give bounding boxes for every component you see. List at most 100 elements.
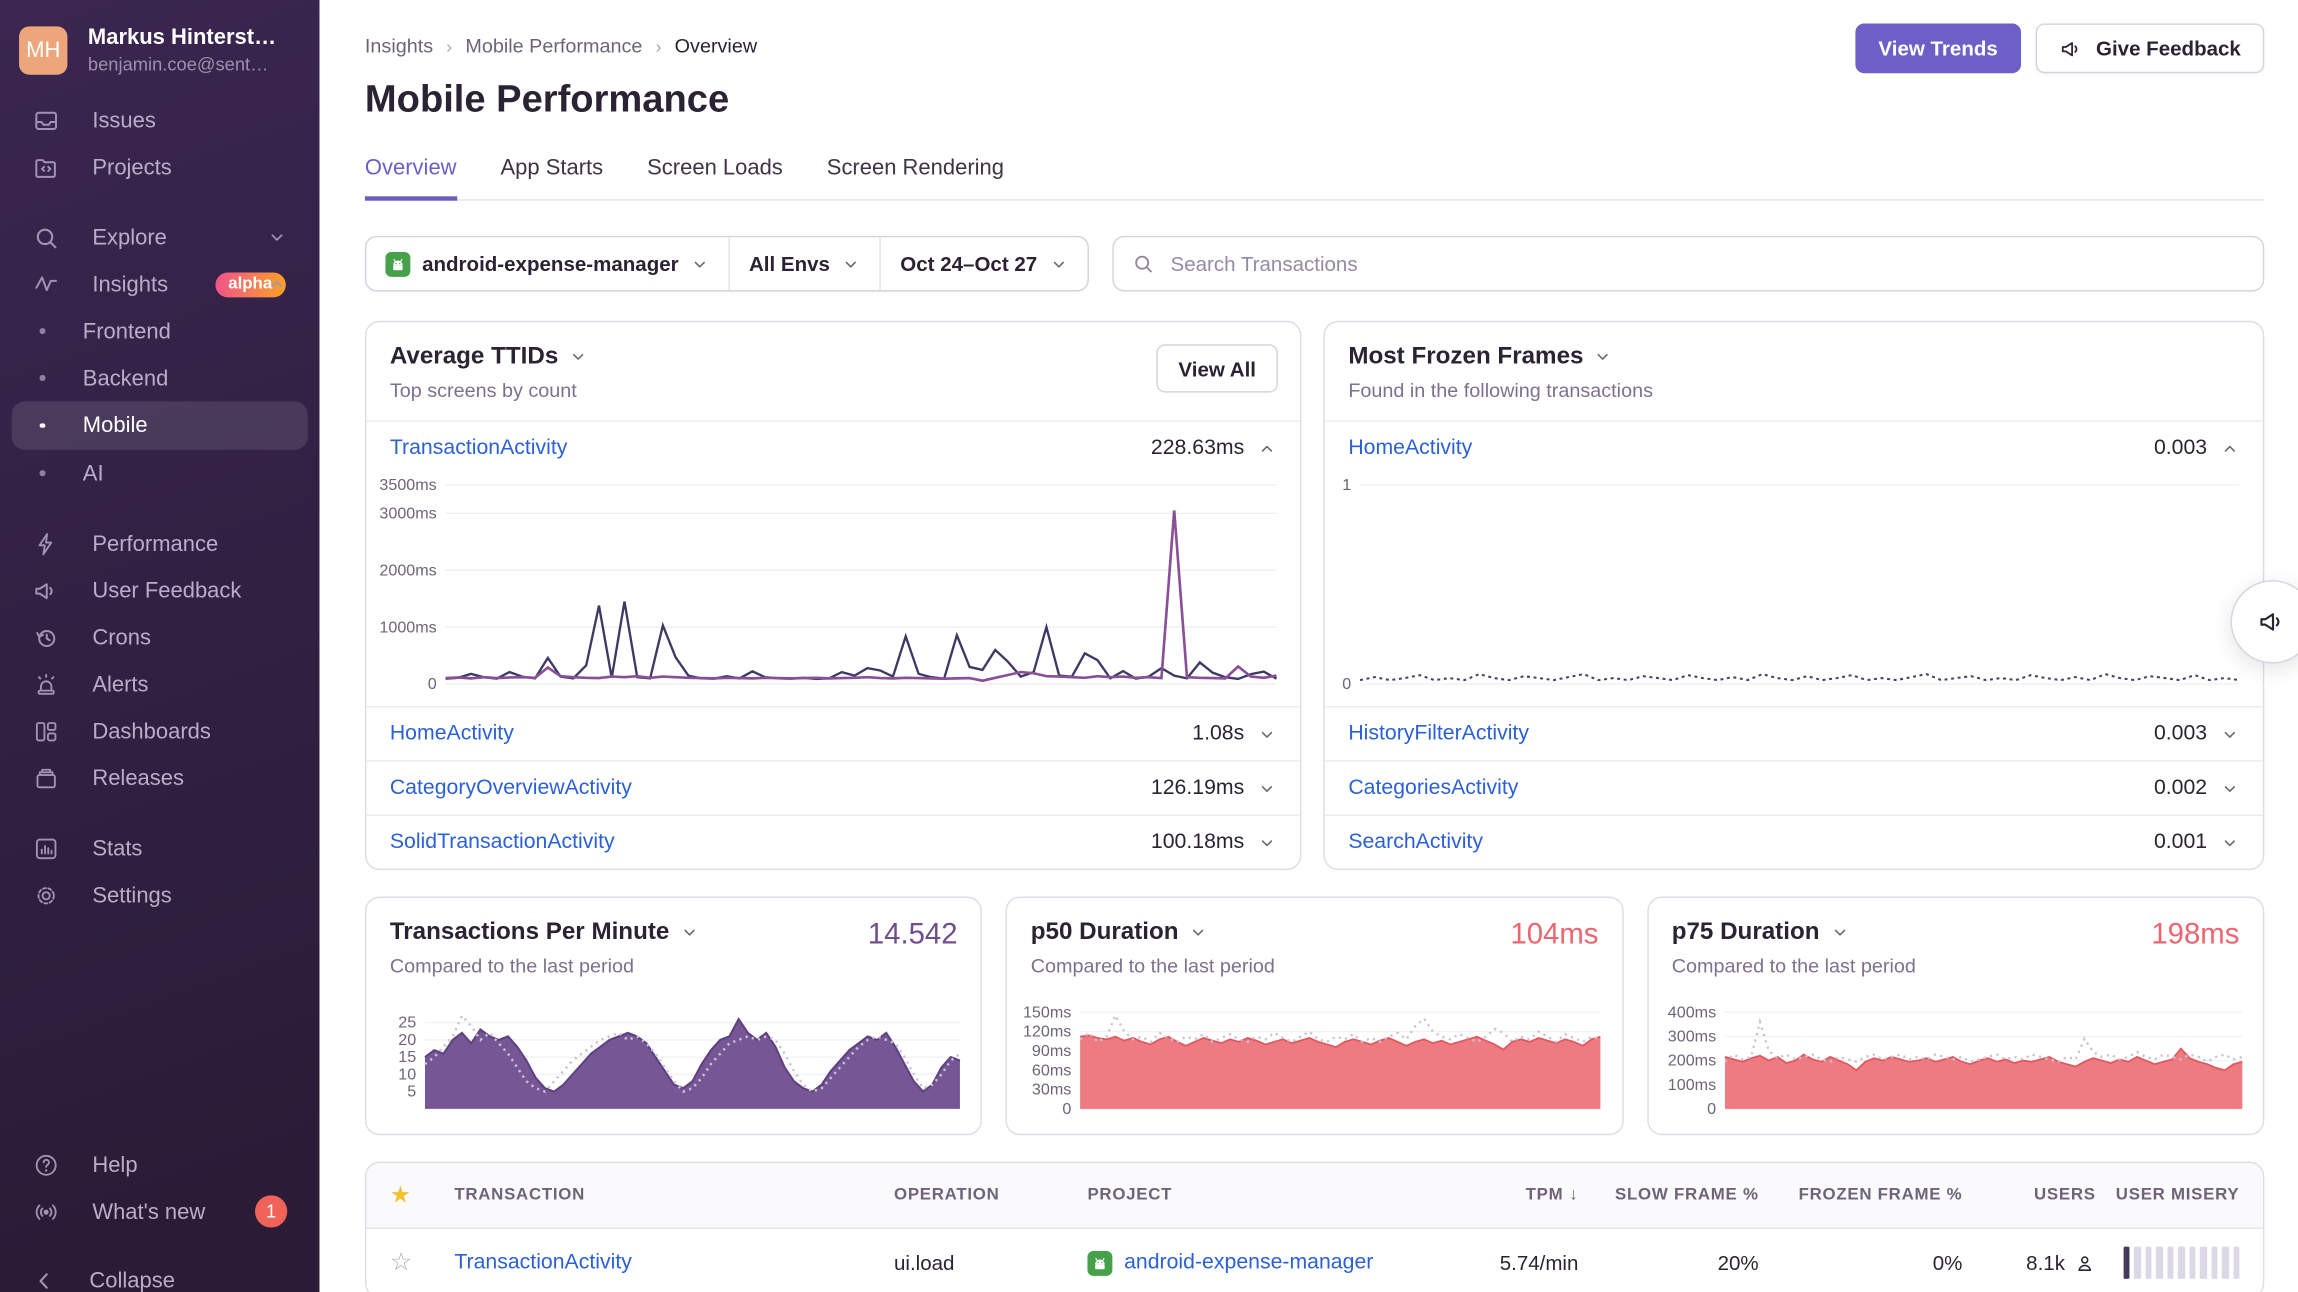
p75-dropdown[interactable]: p75 Duration <box>1672 918 1916 946</box>
search-transactions-box <box>1112 236 2264 292</box>
chevron-down-icon <box>1594 347 1613 366</box>
svg-text:3000ms: 3000ms <box>379 504 436 522</box>
chevron-down-icon <box>1049 254 1068 273</box>
sidebar-item-crons[interactable]: Crons <box>0 614 319 661</box>
sidebar-item-dashboards[interactable]: Dashboards <box>0 708 319 755</box>
ttid-row-solid-transaction-activity: SolidTransactionActivity 100.18ms <box>366 814 1300 868</box>
tab-overview[interactable]: Overview <box>365 155 457 200</box>
sidebar: MH Markus Hinterst… benjamin.coe@sent… I… <box>0 0 319 1292</box>
chevron-down-icon[interactable] <box>2220 779 2239 798</box>
chevron-down-icon <box>1189 923 1208 942</box>
search-transactions-input[interactable] <box>1168 250 2246 276</box>
frozen-row-history-filter-activity: HistoryFilterActivity 0.003 <box>1325 706 2263 760</box>
tpm-dropdown[interactable]: Transactions Per Minute <box>390 918 699 946</box>
star-toggle-icon[interactable]: ☆ <box>390 1248 454 1277</box>
sentry-app: MH Markus Hinterst… benjamin.coe@sent… I… <box>0 0 2298 1292</box>
p75-duration-card: p75 Duration Compared to the last period… <box>1647 896 2264 1135</box>
user-email: benjamin.coe@sent… <box>88 52 276 76</box>
svg-text:200ms: 200ms <box>1667 1052 1715 1070</box>
gear-icon <box>32 881 60 909</box>
tab-app-starts[interactable]: App Starts <box>501 155 604 199</box>
sidebar-item-stats[interactable]: Stats <box>0 825 319 872</box>
categories-activity-link[interactable]: CategoriesActivity <box>1348 776 1518 799</box>
p50-dropdown[interactable]: p50 Duration <box>1031 918 1275 946</box>
chevron-down-icon <box>267 227 288 248</box>
tab-screen-loads[interactable]: Screen Loads <box>647 155 783 199</box>
tpm-sort-header[interactable]: TPM↓ <box>1425 1187 1579 1205</box>
sidebar-collapse-button[interactable]: Collapse <box>0 1257 319 1292</box>
sidebar-item-explore[interactable]: Explore <box>0 214 319 261</box>
android-project-icon <box>1087 1250 1112 1275</box>
svg-text:0: 0 <box>428 675 437 693</box>
sidebar-item-help[interactable]: Help <box>0 1141 319 1188</box>
solid-transaction-activity-link[interactable]: SolidTransactionActivity <box>390 831 615 854</box>
chevron-down-icon <box>690 254 709 273</box>
ttid-row-category-overview-activity: CategoryOverviewActivity 126.19ms <box>366 760 1300 814</box>
sidebar-item-ai[interactable]: AI <box>0 450 319 497</box>
average-ttid-dropdown[interactable]: Average TTIDs <box>390 343 1277 371</box>
tab-screen-rendering[interactable]: Screen Rendering <box>827 155 1004 199</box>
star-icon[interactable]: ★ <box>390 1181 454 1210</box>
history-filter-activity-link[interactable]: HistoryFilterActivity <box>1348 722 1529 745</box>
breadcrumb-mobile-performance[interactable]: Mobile Performance <box>465 35 642 57</box>
sidebar-item-alerts[interactable]: Alerts <box>0 661 319 708</box>
chevron-up-icon[interactable] <box>2220 439 2239 458</box>
tpm-card: Transactions Per Minute Compared to the … <box>365 896 982 1135</box>
megaphone-icon <box>2059 36 2084 61</box>
home-activity-link[interactable]: HomeActivity <box>390 722 514 745</box>
most-frozen-frames-subtitle: Found in the following transactions <box>1348 379 2239 401</box>
average-ttid-subtitle: Top screens by count <box>390 379 1277 401</box>
project-filter[interactable]: android-expense-manager <box>366 237 728 290</box>
sidebar-item-projects[interactable]: Projects <box>0 144 319 191</box>
date-range-filter[interactable]: Oct 24–Oct 27 <box>880 237 1087 290</box>
home-activity-link[interactable]: HomeActivity <box>1348 437 1472 460</box>
most-frozen-frames-dropdown[interactable]: Most Frozen Frames <box>1348 343 2239 371</box>
transaction-activity-link[interactable]: TransactionActivity <box>454 1251 894 1274</box>
folder-icon <box>32 153 60 181</box>
p50-value: 104ms <box>1510 918 1598 950</box>
sidebar-item-frontend[interactable]: Frontend <box>0 308 319 355</box>
sidebar-item-settings[interactable]: Settings <box>0 872 319 919</box>
svg-text:90ms: 90ms <box>1032 1042 1071 1060</box>
chevron-down-icon[interactable] <box>2220 724 2239 743</box>
sidebar-item-releases[interactable]: Releases <box>0 754 319 801</box>
tpm-chart: 252015105 <box>381 1005 963 1119</box>
svg-text:2000ms: 2000ms <box>379 561 436 579</box>
chevron-down-icon[interactable] <box>2220 833 2239 852</box>
main-content: Insights › Mobile Performance › Overview… <box>319 0 2298 1292</box>
category-overview-activity-link[interactable]: CategoryOverviewActivity <box>390 776 632 799</box>
sidebar-item-user-feedback[interactable]: User Feedback <box>0 567 319 614</box>
project-link[interactable]: android-expense-manager <box>1124 1251 1373 1274</box>
svg-text:25: 25 <box>398 1014 416 1032</box>
chevron-down-icon[interactable] <box>1257 724 1276 743</box>
svg-text:5: 5 <box>407 1083 416 1101</box>
broadcast-icon <box>32 1198 60 1226</box>
sidebar-item-whats-new[interactable]: What's new 1 <box>0 1188 319 1235</box>
environment-filter[interactable]: All Envs <box>728 237 879 290</box>
sidebar-item-issues[interactable]: Issues <box>0 97 319 144</box>
sidebar-item-backend[interactable]: Backend <box>0 354 319 401</box>
chevron-left-icon <box>32 1268 57 1292</box>
sidebar-item-insights[interactable]: Insights alpha <box>0 261 319 308</box>
sidebar-item-mobile[interactable]: Mobile <box>12 401 308 449</box>
p50-chart: 150ms120ms90ms60ms30ms0 <box>1022 1005 1604 1119</box>
breadcrumb-overview: Overview <box>675 35 757 57</box>
view-trends-button[interactable]: View Trends <box>1855 23 2021 73</box>
chevron-down-icon[interactable] <box>1257 779 1276 798</box>
chevron-up-icon[interactable] <box>1257 439 1276 458</box>
p75-value: 198ms <box>2151 918 2239 950</box>
svg-text:15: 15 <box>398 1048 416 1066</box>
svg-text:1000ms: 1000ms <box>379 618 436 636</box>
breadcrumb-insights[interactable]: Insights <box>365 35 433 57</box>
search-icon <box>1131 252 1154 275</box>
svg-text:20: 20 <box>398 1031 416 1049</box>
give-feedback-button[interactable]: Give Feedback <box>2036 23 2264 73</box>
transaction-activity-link[interactable]: TransactionActivity <box>390 437 568 460</box>
view-all-button[interactable]: View All <box>1156 344 1278 392</box>
search-activity-link[interactable]: SearchActivity <box>1348 831 1483 854</box>
chevron-down-icon[interactable] <box>1257 833 1276 852</box>
user-menu[interactable]: MH Markus Hinterst… benjamin.coe@sent… <box>0 0 319 97</box>
average-ttid-chart: 3500ms3000ms2000ms1000ms0 <box>369 478 1279 695</box>
dashboard-icon <box>32 717 60 745</box>
sidebar-item-performance[interactable]: Performance <box>0 520 319 567</box>
